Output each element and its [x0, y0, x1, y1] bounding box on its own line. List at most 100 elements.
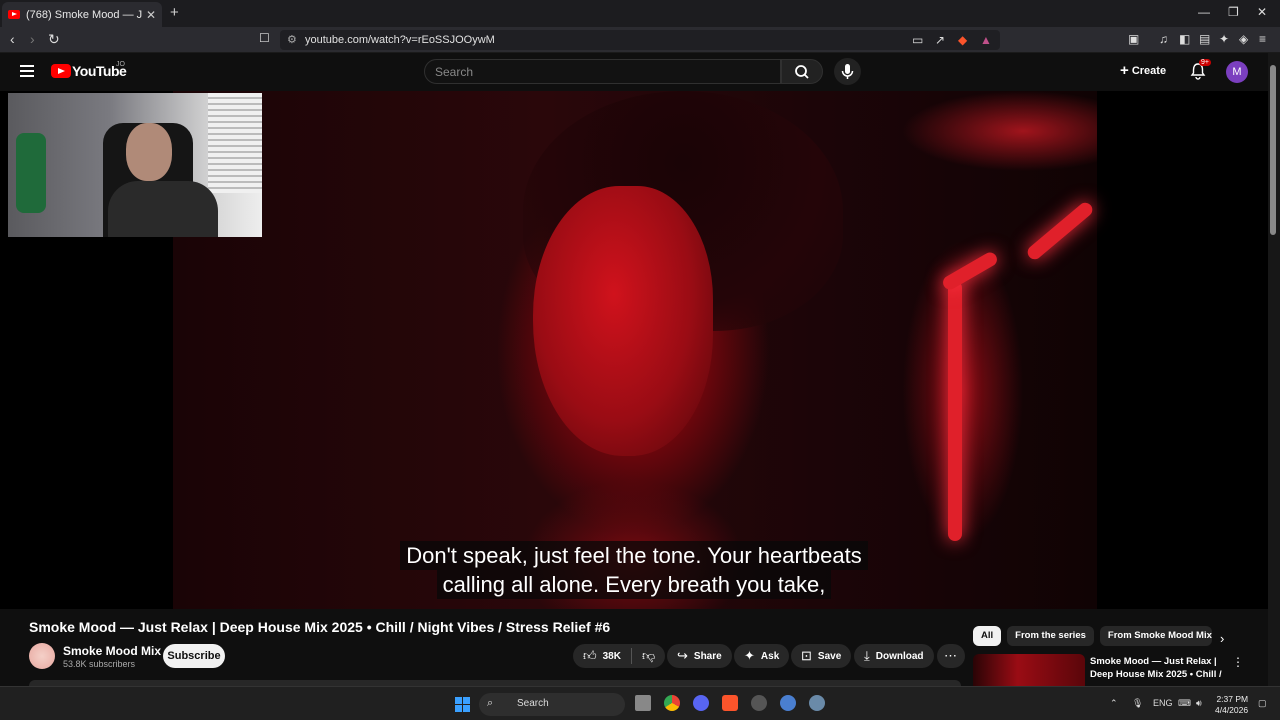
search-button[interactable] [781, 59, 823, 84]
rewards-icon[interactable]: ▲ [980, 33, 992, 47]
download-label: Download [875, 650, 924, 662]
like-icon[interactable]: 👍︎ [583, 648, 597, 664]
chip-all[interactable]: All [973, 626, 1002, 646]
webcam-jacket [16, 133, 46, 213]
download-icon: ⤓ [864, 648, 870, 663]
address-bar[interactable]: ⚙ youtube.com/watch?v=rEoSSJOOywM ▭ ↗ ◆ … [280, 30, 1000, 50]
taskbar-search[interactable]: ⌕ Search [479, 693, 625, 716]
share-icon: ↪ [677, 648, 688, 663]
back-icon[interactable]: ‹ [10, 31, 15, 47]
clock-date: 4/4/2026 [1215, 705, 1249, 715]
download-button[interactable]: ⤓ Download [854, 644, 934, 668]
dislike-icon[interactable]: 👎︎ [642, 648, 655, 664]
settings-icon[interactable] [809, 695, 825, 711]
channel-avatar[interactable] [29, 643, 55, 669]
share-page-icon[interactable]: ↗ [935, 33, 945, 47]
chip-from-series[interactable]: From the series [1007, 626, 1094, 646]
volume-icon[interactable]: 🔊︎ [1196, 698, 1202, 709]
task-view-icon[interactable] [635, 695, 651, 711]
search-icon: ⌕ [487, 697, 494, 709]
taskbar: ⌕ Search ⌃ 🎙︎ ENG ⌨ 🔊︎ 2:37 PM 4/4/2026 … [0, 686, 1280, 720]
browser-tab[interactable]: (768) Smoke Mood — Just Relax ✕ [2, 2, 162, 27]
neon-light [940, 249, 1000, 293]
channel-name[interactable]: Smoke Mood Mix [63, 644, 161, 658]
recommendation-thumbnail[interactable] [973, 654, 1085, 686]
neon-light [1024, 199, 1096, 263]
create-button[interactable]: + Create [1120, 62, 1166, 79]
brave-icon[interactable] [722, 695, 738, 711]
microphone-icon[interactable]: 🎙︎ [1132, 698, 1143, 709]
leo-ai-icon[interactable]: ✦ [1219, 32, 1229, 46]
like-dislike-group: 👍︎ 38K 👎︎ [573, 644, 666, 668]
app-icon[interactable] [751, 695, 767, 711]
tab-title: (768) Smoke Mood — Just Relax [26, 8, 142, 21]
webcam-person-head [126, 123, 172, 181]
youtube-logo-icon[interactable] [51, 64, 71, 78]
account-avatar[interactable]: M [1226, 61, 1248, 83]
new-tab-button[interactable]: + [170, 4, 179, 21]
language-indicator[interactable]: ENG [1153, 698, 1173, 708]
vpn-icon[interactable]: ◈ [1239, 32, 1248, 46]
related-filter-chips: All From the series From Smoke Mood Mix [973, 626, 1212, 646]
bookmark-icon: ⊡ [801, 648, 812, 663]
save-button[interactable]: ⊡ Save [791, 644, 852, 668]
brave-shield-icon[interactable]: ◆ [958, 33, 967, 47]
share-button[interactable]: ↪ Share [667, 644, 732, 668]
share-label: Share [693, 650, 722, 662]
webcam-person-body [108, 181, 218, 237]
reload-icon[interactable]: ↻ [48, 31, 60, 48]
minimize-button[interactable]: — [1198, 5, 1210, 19]
clock-time: 2:37 PM [1216, 694, 1249, 704]
scrollbar-thumb[interactable] [1270, 65, 1276, 235]
chrome-icon[interactable] [664, 695, 680, 711]
maximize-button[interactable]: ❐ [1228, 5, 1239, 19]
like-count[interactable]: 38K [603, 651, 621, 662]
caption-line: Don't speak, just feel the tone. Your he… [400, 541, 868, 570]
country-code: JO [116, 61, 125, 68]
youtube-favicon-icon [8, 10, 20, 19]
chip-from-channel[interactable]: From Smoke Mood Mix [1099, 626, 1212, 646]
close-tab-icon[interactable]: ✕ [146, 8, 156, 22]
video-player[interactable]: Don't speak, just feel the tone. Your he… [0, 91, 1268, 609]
subscribe-button[interactable]: Subscribe [163, 644, 225, 668]
chevron-up-icon[interactable]: ⌃ [1110, 698, 1118, 709]
wallet-icon[interactable]: ▤ [1199, 32, 1210, 46]
ask-button[interactable]: ✦ Ask [734, 644, 790, 668]
cast-icon[interactable]: ▭ [912, 33, 923, 47]
captions: Don't speak, just feel the tone. Your he… [0, 541, 1268, 599]
plus-icon: + [1120, 62, 1129, 79]
microphone-icon [841, 64, 854, 79]
notification-center-icon[interactable]: ▢ [1258, 698, 1267, 709]
more-horizontal-icon: ⋯ [944, 648, 957, 663]
browser-tab-strip: (768) Smoke Mood — Just Relax ✕ + — ❐ ✕ [0, 0, 1280, 27]
webcam-window-blinds [208, 93, 262, 193]
divider [630, 648, 632, 664]
search-input[interactable]: Search [424, 59, 781, 84]
music-icon[interactable]: ♫ [1159, 32, 1168, 46]
menu-icon[interactable]: ≡ [1259, 32, 1266, 46]
notifications-button[interactable]: 9+ [1190, 59, 1211, 85]
close-window-button[interactable]: ✕ [1257, 5, 1267, 19]
network-icon[interactable]: ⌨ [1178, 698, 1191, 709]
voice-search-button[interactable] [834, 58, 861, 85]
site-info-icon[interactable]: ⚙ [287, 33, 297, 46]
sidebar-icon[interactable]: ▣ [1128, 32, 1139, 46]
more-actions-button[interactable]: ⋯ [937, 644, 965, 668]
app-icon[interactable] [780, 695, 796, 711]
system-clock[interactable]: 2:37 PM 4/4/2026 [1215, 694, 1248, 716]
windows-start-icon[interactable] [455, 697, 470, 712]
url-text: youtube.com/watch?v=rEoSSJOOywM [305, 34, 495, 46]
forward-icon[interactable]: › [30, 31, 35, 47]
video-frame [173, 91, 1097, 609]
ask-label: Ask [760, 650, 780, 662]
caption-line: calling all alone. Every breath you take… [436, 570, 832, 599]
chevron-right-icon[interactable]: › [1220, 631, 1224, 646]
guide-menu-icon[interactable] [20, 65, 34, 77]
notification-badge: 9+ [1199, 59, 1211, 66]
discord-icon[interactable] [693, 695, 709, 711]
bookmark-icon[interactable]: ☐ [259, 31, 270, 45]
page-scrollbar[interactable] [1268, 53, 1280, 686]
neon-light [948, 281, 962, 541]
panel-icon[interactable]: ◧ [1179, 32, 1190, 46]
more-vertical-icon[interactable]: ⋮ [1232, 655, 1244, 669]
